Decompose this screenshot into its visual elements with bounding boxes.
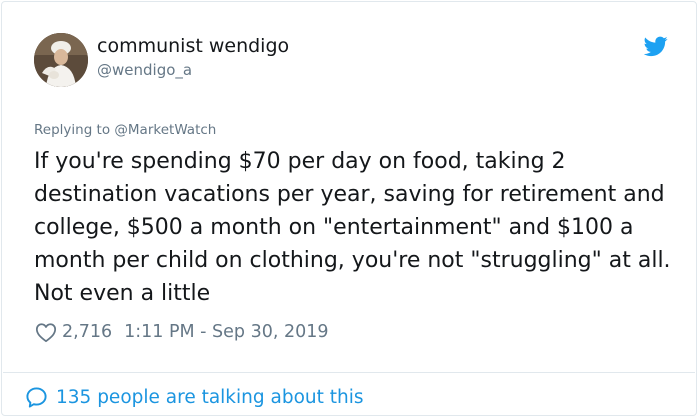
tweet-card: communist wendigo @wendigo_a Replying to… — [1, 1, 697, 416]
tweet-meta: 2,716 1:11 PM - Sep 30, 2019 — [35, 319, 329, 345]
speech-bubble-icon — [26, 386, 47, 408]
display-name[interactable]: communist wendigo — [97, 35, 289, 57]
talking-count-label: 135 people are talking about this — [56, 386, 364, 408]
avatar-photo — [34, 33, 88, 87]
avatar[interactable] — [34, 33, 88, 87]
divider — [3, 372, 695, 373]
conversation-link[interactable]: 135 people are talking about this — [25, 383, 364, 411]
tweet-timestamp[interactable]: 1:11 PM - Sep 30, 2019 — [124, 322, 328, 342]
tweet-text: If you're spending $70 per day on food, … — [34, 149, 671, 306]
reply-mention-link[interactable]: @MarketWatch — [114, 122, 216, 138]
replying-prefix: Replying to — [34, 122, 111, 138]
replying-to: Replying to @MarketWatch — [34, 122, 216, 138]
like-count[interactable]: 2,716 — [62, 322, 112, 342]
user-handle[interactable]: @wendigo_a — [97, 61, 192, 79]
twitter-bird-icon[interactable] — [644, 36, 668, 57]
heart-icon[interactable] — [35, 322, 57, 343]
